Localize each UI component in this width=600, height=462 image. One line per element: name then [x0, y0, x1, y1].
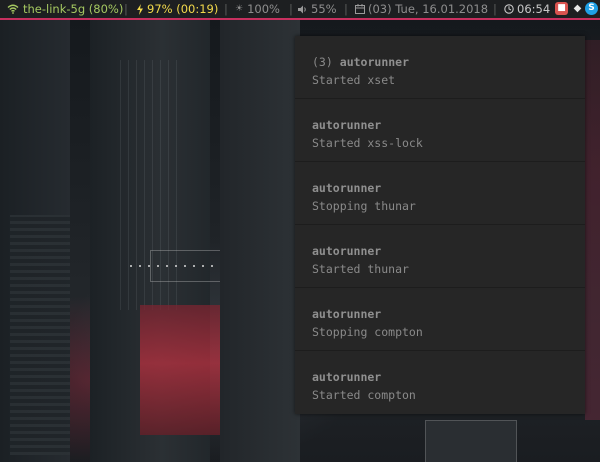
separator: | — [289, 2, 293, 16]
calendar-icon — [355, 4, 365, 14]
wifi-icon — [7, 4, 19, 14]
skype-tray-icon[interactable]: S — [585, 2, 598, 15]
notification-count: (3) — [312, 55, 333, 69]
notification-body: Started compton — [312, 388, 416, 402]
dropbox-tray-icon[interactable]: ◆ — [571, 2, 584, 15]
notification-title: autorunner — [312, 305, 585, 323]
lightning-icon — [137, 3, 143, 15]
notification-app-name: autorunner — [312, 307, 382, 321]
notification[interactable]: autorunner Started thunar — [295, 225, 585, 288]
clock-indicator[interactable]: 06:54 — [504, 0, 550, 18]
notification[interactable]: autorunner Started xss-lock — [295, 99, 585, 162]
separator: | — [124, 2, 128, 16]
notification-body: Started xset — [312, 73, 396, 87]
separator: | — [224, 2, 228, 16]
battery-indicator[interactable]: 97% (00:19) — [136, 0, 218, 18]
date-label: (03) Tue, 16.01.2018 — [368, 2, 489, 16]
notification-title: (3) autorunner — [312, 53, 585, 71]
notification-app-name: autorunner — [312, 370, 382, 384]
notification-app-name: autorunner — [312, 118, 382, 132]
clock-icon — [504, 4, 514, 14]
notification-body: Started thunar — [312, 262, 409, 276]
brightness-label: 100% — [247, 2, 280, 16]
notification-title: autorunner — [312, 368, 585, 386]
notification-title: autorunner — [312, 116, 585, 134]
notification-body: Started xss-lock — [312, 136, 423, 150]
notification-body: Stopping compton — [312, 325, 423, 339]
speaker-icon — [298, 5, 306, 13]
notification[interactable]: autorunner Stopping compton — [295, 288, 585, 351]
sun-icon: ☀ — [235, 4, 244, 14]
separator: | — [344, 2, 348, 16]
notification-title: autorunner — [312, 179, 585, 197]
notification-stack: (3) autorunner Started xset autorunner St… — [295, 36, 585, 414]
status-bar: the-link-5g (80%) | 97% (00:19) | ☀ 100%… — [0, 0, 600, 20]
separator: | — [493, 2, 497, 16]
brightness-indicator[interactable]: ☀ 100% — [235, 0, 280, 18]
notification-app-name: autorunner — [312, 181, 382, 195]
app-tray-icon[interactable]: ■ — [555, 2, 568, 15]
notification-app-name: autorunner — [312, 244, 382, 258]
desktop: the-link-5g (80%) | 97% (00:19) | ☀ 100%… — [0, 0, 600, 462]
volume-label: 55% — [311, 2, 337, 16]
notification[interactable]: (3) autorunner Started xset — [295, 36, 585, 99]
notification-app-name: autorunner — [339, 55, 410, 69]
wifi-indicator[interactable]: the-link-5g (80%) — [7, 0, 123, 18]
volume-indicator[interactable]: 55% — [298, 0, 337, 18]
notification-body: Stopping thunar — [312, 199, 416, 213]
date-indicator[interactable]: (03) Tue, 16.01.2018 — [355, 0, 488, 18]
notification[interactable]: autorunner Stopping thunar — [295, 162, 585, 225]
wifi-label: the-link-5g (80%) — [23, 2, 124, 16]
notification-title: autorunner — [312, 242, 585, 260]
battery-label: 97% (00:19) — [147, 2, 219, 16]
notification[interactable]: autorunner Started compton — [295, 351, 585, 414]
clock-label: 06:54 — [517, 2, 551, 16]
